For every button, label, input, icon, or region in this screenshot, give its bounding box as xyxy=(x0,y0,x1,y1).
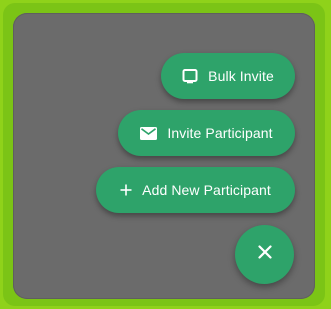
bulk-invite-label: Bulk Invite xyxy=(208,68,274,84)
close-speed-dial-button[interactable] xyxy=(235,225,294,284)
envelope-icon xyxy=(140,126,158,140)
close-icon xyxy=(257,245,272,264)
bulk-invite-button[interactable]: Bulk Invite xyxy=(161,53,295,99)
invite-participant-button[interactable]: Invite Participant xyxy=(118,110,295,156)
invite-participant-label: Invite Participant xyxy=(167,125,273,141)
plus-icon xyxy=(120,184,132,196)
add-new-participant-label: Add New Participant xyxy=(142,182,271,198)
add-new-participant-button[interactable]: Add New Participant xyxy=(96,167,295,213)
tablet-icon xyxy=(182,68,198,84)
